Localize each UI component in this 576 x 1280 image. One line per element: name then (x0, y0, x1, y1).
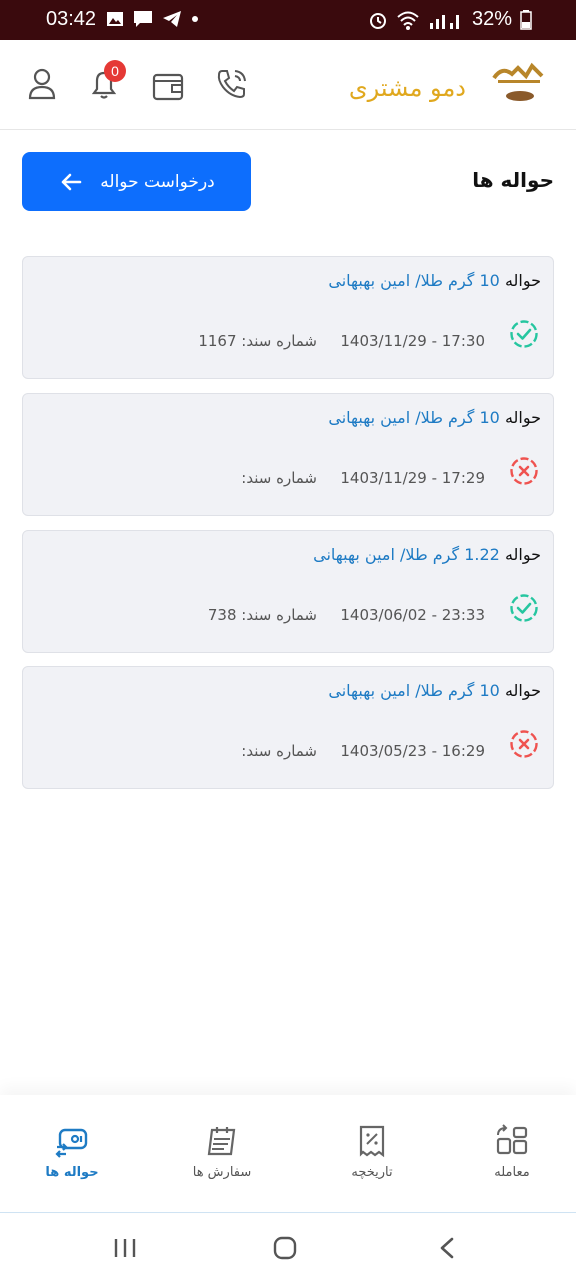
transfer-title: حواله 10 گرم طلا/ امین بهبهانی (328, 681, 541, 700)
page-title: حواله ها (472, 168, 554, 192)
nav-orders-label: سفارش ها (192, 1165, 252, 1180)
status-time: 03:42 (46, 8, 97, 30)
transfer-title: حواله 1.22 گرم طلا/ امین بهبهانی (313, 545, 541, 564)
logo-icon (492, 62, 544, 101)
dot-icon (192, 16, 198, 22)
doc-number: شماره سند: (241, 469, 317, 487)
transfer-card[interactable]: حواله 10 گرم طلا/ امین بهبهانی 1403/11/2… (22, 256, 554, 379)
profile-icon[interactable] (24, 66, 60, 102)
message-icon (134, 11, 152, 27)
calendar-icon (207, 1127, 236, 1156)
transfer-datetime: 1403/11/29 - 17:30 (340, 332, 485, 350)
telegram-icon (163, 11, 181, 27)
rejected-icon (510, 457, 538, 485)
nav-transfers-label: حواله ها (45, 1165, 99, 1180)
home-icon[interactable] (272, 1235, 298, 1261)
trade-icon (496, 1124, 528, 1155)
request-transfer-label: درخواست حواله (100, 171, 215, 192)
doc-number: شماره سند: 738 (207, 606, 317, 624)
recent-apps-icon[interactable] (112, 1236, 138, 1260)
notification-icons (106, 10, 199, 28)
signal-icon (429, 14, 459, 29)
system-icons: 32% (368, 8, 532, 31)
transfer-datetime: 1403/11/29 - 17:29 (340, 469, 485, 487)
battery-text: 32% (471, 8, 512, 30)
gallery-icon (107, 12, 123, 26)
system-nav-bar (0, 1214, 576, 1280)
battery-icon (520, 9, 532, 30)
wallet-icon[interactable] (150, 68, 186, 104)
rejected-icon (510, 730, 538, 758)
approved-icon (510, 594, 538, 622)
doc-number: شماره سند: (241, 742, 317, 760)
alarm-icon (369, 12, 386, 29)
arrow-left-icon (61, 173, 82, 190)
transfer-title: حواله 10 گرم طلا/ امین بهبهانی (328, 408, 541, 427)
transfer-card[interactable]: حواله 1.22 گرم طلا/ امین بهبهانی 1403/06… (22, 530, 554, 653)
back-icon[interactable] (436, 1236, 458, 1260)
transfer-datetime: 1403/06/02 - 23:33 (340, 606, 485, 624)
transfer-card[interactable]: حواله 10 گرم طلا/ امین بهبهانی 1403/11/2… (22, 393, 554, 516)
transfer-card[interactable]: حواله 10 گرم طلا/ امین بهبهانی 1403/05/2… (22, 666, 554, 789)
nav-history[interactable]: تاریخچه (300, 1095, 444, 1213)
nav-trade[interactable]: معامله (440, 1095, 576, 1213)
approved-icon (510, 320, 538, 348)
transfer-title: حواله 10 گرم طلا/ امین بهبهانی (328, 271, 541, 290)
transfer-icon (55, 1128, 88, 1158)
doc-number: شماره سند: 1167 (198, 332, 317, 350)
request-transfer-button[interactable]: درخواست حواله (22, 152, 251, 211)
bottom-nav: حواله ها سفارش ها تاریخچه معامله (0, 1095, 576, 1213)
phone-icon[interactable] (214, 66, 250, 102)
notification-badge: 0 (104, 60, 126, 82)
brand-name: دمو مشتری (348, 74, 466, 102)
wifi-icon (397, 11, 419, 30)
nav-transfers[interactable]: حواله ها (0, 1095, 144, 1213)
nav-history-label: تاریخچه (351, 1165, 393, 1180)
receipt-icon (359, 1125, 385, 1158)
nav-trade-label: معامله (494, 1165, 530, 1180)
status-bar: 03:42 32% (0, 0, 576, 40)
nav-orders[interactable]: سفارش ها (150, 1095, 294, 1213)
transfer-datetime: 1403/05/23 - 16:29 (340, 742, 485, 760)
